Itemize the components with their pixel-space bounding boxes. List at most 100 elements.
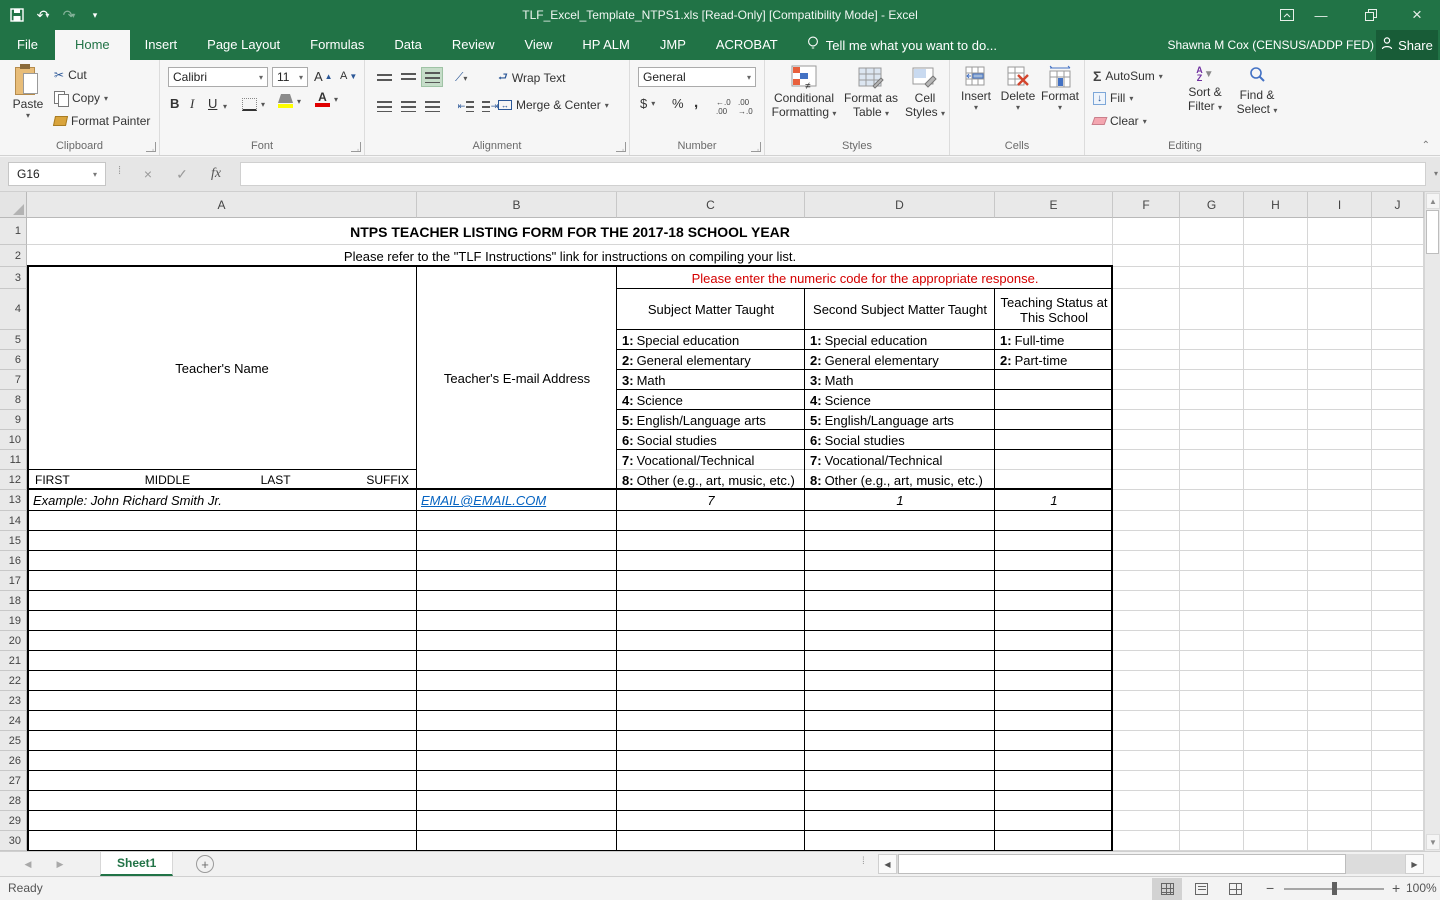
cell-title[interactable]: NTPS TEACHER LISTING FORM FOR THE 2017-1… [29,218,1111,245]
restore-button[interactable] [1354,0,1388,30]
align-right-button[interactable] [421,96,443,116]
tab-data[interactable]: Data [379,30,436,60]
cell-second-subject-code-4[interactable]: 4:Science [807,390,993,410]
increase-font-button[interactable]: A▲ [314,69,333,84]
increase-decimal-button[interactable]: ←.0.00 [716,98,731,116]
row-header-4[interactable]: 4 [0,289,27,330]
horizontal-scrollbar[interactable]: ◀ ▶ [878,854,1424,874]
cell-example-name[interactable]: Example: John Richard Smith Jr. [29,490,415,511]
borders-button[interactable]: ▾ [242,98,265,111]
zoom-in-button[interactable]: + [1392,877,1400,900]
tab-view[interactable]: View [509,30,567,60]
new-sheet-button[interactable]: + [196,855,214,873]
row-header-19[interactable]: 19 [0,611,27,631]
decrease-font-button[interactable]: A▼ [340,70,357,82]
cell-email-header[interactable]: Teacher's E-mail Address [419,267,615,490]
row-header-9[interactable]: 9 [0,410,27,430]
tab-formulas[interactable]: Formulas [295,30,379,60]
minimize-button[interactable]: — [1304,0,1338,30]
column-header-A[interactable]: A [27,192,417,218]
font-dialog-launcher[interactable] [351,142,361,152]
cell-name-parts[interactable]: FIRSTMIDDLELASTSUFFIX [29,470,415,490]
cut-button[interactable]: ✂Cut [54,68,87,82]
clear-button[interactable]: Clear▾ [1093,114,1147,128]
row-header-10[interactable]: 10 [0,430,27,450]
row-header-20[interactable]: 20 [0,631,27,651]
align-top-button[interactable] [373,67,395,87]
column-header-H[interactable]: H [1244,192,1308,218]
column-header-B[interactable]: B [417,192,617,218]
row-header-24[interactable]: 24 [0,711,27,731]
format-as-table-button[interactable]: Format asTable ▾ [841,65,901,121]
tab-page-layout[interactable]: Page Layout [192,30,295,60]
row-header-23[interactable]: 23 [0,691,27,711]
collapse-ribbon-button[interactable]: ⌃ [1422,140,1430,151]
italic-button[interactable]: I [190,96,194,112]
row-header-12[interactable]: 12 [0,470,27,490]
zoom-slider-thumb[interactable] [1332,882,1337,895]
sort-filter-button[interactable]: AZ▼ Sort &Filter ▾ [1181,66,1229,115]
tab-review[interactable]: Review [437,30,510,60]
align-left-button[interactable] [373,96,395,116]
share-button[interactable]: Share [1376,30,1438,60]
row-header-29[interactable]: 29 [0,811,27,831]
tab-home[interactable]: Home [55,30,130,60]
autosum-button[interactable]: ΣAutoSum▾ [1093,68,1163,84]
formula-bar-expand-icon[interactable]: ▾ [1434,169,1438,178]
column-header-D[interactable]: D [805,192,995,218]
column-header-I[interactable]: I [1308,192,1372,218]
align-middle-button[interactable] [397,67,419,87]
fill-button[interactable]: ↓Fill▾ [1093,91,1133,105]
cell-second-subject-code-5[interactable]: 5:English/Language arts [807,410,993,430]
vertical-scroll-thumb[interactable] [1426,210,1439,254]
cell-second-subject-code-2[interactable]: 2:General elementary [807,350,993,370]
name-box[interactable]: G16▾ [8,162,106,186]
delete-cells-button[interactable]: Delete▾ [998,65,1038,112]
tab-splitter-handle[interactable]: ⁞ [862,856,866,867]
cell-subject-code-3[interactable]: 3:Math [619,370,803,390]
clipboard-dialog-launcher[interactable] [146,142,156,152]
row-header-21[interactable]: 21 [0,651,27,671]
align-center-button[interactable] [397,96,419,116]
row-header-8[interactable]: 8 [0,390,27,410]
cell-subject-code-7[interactable]: 7:Vocational/Technical [619,450,803,470]
next-sheet-icon[interactable]: ▶ [46,852,74,876]
currency-button[interactable]: $▾ [640,96,655,111]
row-header-2[interactable]: 2 [0,245,27,267]
scroll-up-icon[interactable]: ▲ [1426,193,1440,209]
tab-acrobat[interactable]: ACROBAT [701,30,793,60]
tab-jmp[interactable]: JMP [645,30,701,60]
fill-color-button[interactable]: ▾ [278,94,301,108]
column-header-F[interactable]: F [1113,192,1180,218]
underline-button[interactable]: U [208,96,217,111]
font-family-combo[interactable]: Calibri▾ [168,67,268,87]
account-name[interactable]: Shawna M Cox (CENSUS/ADDP FED) [1168,30,1375,60]
decrease-indent-button[interactable]: ⇤ [455,96,477,116]
merge-center-button[interactable]: ↔ Merge & Center▾ [498,98,609,112]
cell-second-subject-code-6[interactable]: 6:Social studies [807,430,993,450]
sheet-tab-sheet1[interactable]: Sheet1 [100,852,173,876]
column-header-J[interactable]: J [1372,192,1424,218]
row-header-25[interactable]: 25 [0,731,27,751]
normal-view-button[interactable] [1152,878,1182,900]
tell-me-box[interactable]: Tell me what you want to do... [793,30,1011,60]
column-header-C[interactable]: C [617,192,805,218]
cell-subtitle[interactable]: Please refer to the "TLF Instructions" l… [29,245,1111,267]
cell-red-note[interactable]: Please enter the numeric code for the ap… [619,267,1111,289]
row-header-15[interactable]: 15 [0,531,27,551]
tab-hp-alm[interactable]: HP ALM [567,30,644,60]
prev-sheet-icon[interactable]: ◀ [14,852,42,876]
row-header-16[interactable]: 16 [0,551,27,571]
font-color-button[interactable]: A▾ [315,92,338,107]
horizontal-scroll-thumb[interactable] [898,854,1346,874]
row-header-22[interactable]: 22 [0,671,27,691]
underline-dropdown[interactable]: ▾ [223,102,227,111]
insert-function-icon[interactable]: fx [202,162,230,186]
cell-status-code-2[interactable]: 2:Part-time [997,350,1111,370]
conditional-formatting-button[interactable]: ≠ ConditionalFormatting ▾ [771,65,837,121]
cell-subject-code-2[interactable]: 2:General elementary [619,350,803,370]
cell-example-email[interactable]: EMAIL@EMAIL.COM [419,490,615,511]
cell-subject-code-6[interactable]: 6:Social studies [619,430,803,450]
font-size-combo[interactable]: 11▾ [272,67,308,87]
cell-status-header[interactable]: Teaching Status at This School [997,289,1111,330]
